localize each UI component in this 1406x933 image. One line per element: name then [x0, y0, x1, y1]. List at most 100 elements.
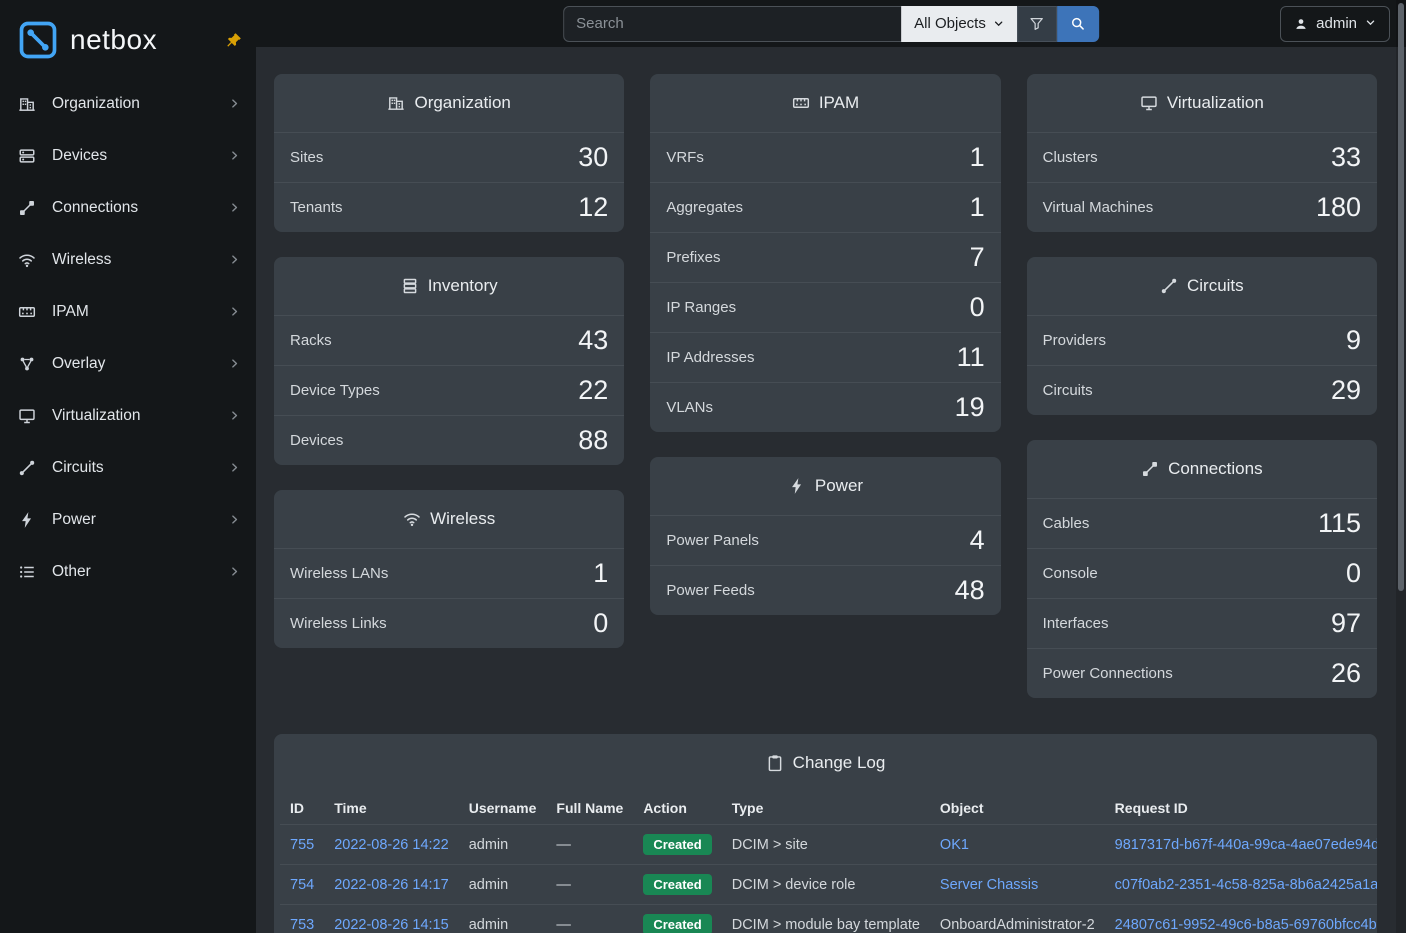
- changelog-time-link[interactable]: 2022-08-26 14:17: [334, 877, 449, 893]
- stat-value[interactable]: 88: [578, 427, 608, 454]
- changelog-id-link[interactable]: 754: [290, 877, 314, 893]
- stat-label: Wireless Links: [290, 615, 387, 632]
- changelog-object: OnboardAdministrator-2: [940, 917, 1095, 933]
- stat-row: VLANs 19: [650, 382, 1000, 432]
- stat-value[interactable]: 19: [955, 394, 985, 421]
- server-icon: [18, 146, 38, 166]
- chevron-right-icon: [228, 565, 242, 579]
- search-submit-button[interactable]: [1057, 6, 1099, 42]
- user-name: admin: [1316, 15, 1357, 32]
- netbox-logo-icon[interactable]: [16, 18, 60, 62]
- changelog-full-name: —: [556, 837, 571, 853]
- stat-row: IP Ranges 0: [650, 282, 1000, 332]
- clipboard-icon: [766, 754, 784, 772]
- search-icon: [1070, 16, 1085, 31]
- stat-value[interactable]: 0: [1346, 560, 1361, 587]
- changelog-id-link[interactable]: 755: [290, 837, 314, 853]
- stat-value[interactable]: 29: [1331, 377, 1361, 404]
- stat-value[interactable]: 0: [593, 610, 608, 637]
- changelog-id-link[interactable]: 753: [290, 917, 314, 933]
- scrollbar[interactable]: [1396, 0, 1406, 933]
- changelog-request-link[interactable]: 24807c61-9952-49c6-b8a5-69760bfcc4b3: [1115, 917, 1377, 933]
- virtualization-card: Virtualization Clusters 33 Virtual Machi…: [1027, 74, 1377, 232]
- stat-label: Power Panels: [666, 532, 759, 549]
- stat-label: Tenants: [290, 199, 343, 216]
- stat-row: Circuits 29: [1027, 365, 1377, 415]
- scrollbar-thumb[interactable]: [1398, 3, 1404, 591]
- stat-row: VRFs 1: [650, 132, 1000, 182]
- stat-value[interactable]: 9: [1346, 327, 1361, 354]
- stat-value[interactable]: 33: [1331, 144, 1361, 171]
- sidebar-item-label: Organization: [52, 95, 140, 113]
- stat-value[interactable]: 1: [970, 144, 985, 171]
- stat-value[interactable]: 180: [1316, 194, 1361, 221]
- col-username: Username: [459, 792, 547, 825]
- sidebar-item-ipam[interactable]: IPAM: [0, 286, 256, 338]
- stat-value[interactable]: 22: [578, 377, 608, 404]
- stat-value[interactable]: 0: [970, 294, 985, 321]
- stat-value[interactable]: 7: [970, 244, 985, 271]
- changelog-object-link[interactable]: OK1: [940, 837, 969, 853]
- filter-button[interactable]: [1017, 6, 1057, 42]
- stat-row: Sites 30: [274, 132, 624, 182]
- stat-value[interactable]: 4: [970, 527, 985, 554]
- sidebar-item-organization[interactable]: Organization: [0, 78, 256, 130]
- building-icon: [387, 94, 405, 112]
- card-title: Change Log: [274, 734, 1377, 792]
- chevron-right-icon: [228, 461, 242, 475]
- stat-value[interactable]: 97: [1331, 610, 1361, 637]
- stat-value[interactable]: 26: [1331, 660, 1361, 687]
- changelog-request-link[interactable]: 9817317d-b67f-440a-99ca-4ae07ede94df: [1115, 837, 1377, 853]
- stat-label: IP Addresses: [666, 349, 754, 366]
- changelog-request-link[interactable]: c07f0ab2-2351-4c58-825a-8b6a2425a1ab: [1115, 877, 1377, 893]
- graph-icon: [18, 354, 38, 374]
- sidebar-item-wireless[interactable]: Wireless: [0, 234, 256, 286]
- user-menu-button[interactable]: admin: [1280, 6, 1390, 42]
- list-icon: [18, 562, 38, 582]
- stat-value[interactable]: 30: [578, 144, 608, 171]
- flash-icon: [788, 477, 806, 495]
- brand-name[interactable]: netbox: [70, 24, 157, 56]
- transit-icon: [18, 458, 38, 478]
- stat-value[interactable]: 48: [955, 577, 985, 604]
- sidebar-item-overlay[interactable]: Overlay: [0, 338, 256, 390]
- sidebar-item-other[interactable]: Other: [0, 546, 256, 598]
- stat-value[interactable]: 115: [1318, 510, 1361, 537]
- table-row: 754 2022-08-26 14:17 admin — Created DCI…: [280, 865, 1377, 905]
- table-header-row: ID Time Username Full Name Action Type O…: [280, 792, 1377, 825]
- stat-row: Tenants 12: [274, 182, 624, 232]
- stat-value[interactable]: 43: [578, 327, 608, 354]
- chevron-right-icon: [228, 253, 242, 267]
- organization-card: Organization Sites 30 Tenants 12: [274, 74, 624, 232]
- caret-down-icon: [1365, 15, 1376, 32]
- stat-value[interactable]: 1: [593, 560, 608, 587]
- object-scope-button[interactable]: All Objects: [901, 6, 1017, 42]
- chevron-right-icon: [228, 305, 242, 319]
- stat-row: Prefixes 7: [650, 232, 1000, 282]
- sidebar-item-label: Circuits: [52, 459, 104, 477]
- sidebar-item-power[interactable]: Power: [0, 494, 256, 546]
- stat-label: Device Types: [290, 382, 380, 399]
- stat-value[interactable]: 11: [957, 344, 985, 371]
- stat-label: Circuits: [1043, 382, 1093, 399]
- stat-row: Interfaces 97: [1027, 598, 1377, 648]
- sidebar-item-virtualization[interactable]: Virtualization: [0, 390, 256, 442]
- sidebar-item-devices[interactable]: Devices: [0, 130, 256, 182]
- sidebar-item-connections[interactable]: Connections: [0, 182, 256, 234]
- stat-label: VLANs: [666, 399, 713, 416]
- card-title: Circuits: [1027, 257, 1377, 315]
- ipam-card: IPAM VRFs 1 Aggregates 1 Prefixes 7: [650, 74, 1000, 432]
- stat-value[interactable]: 1: [970, 194, 985, 221]
- table-row: 753 2022-08-26 14:15 admin — Created DCI…: [280, 905, 1377, 933]
- global-search: All Objects: [563, 6, 1099, 42]
- changelog-object-link[interactable]: Server Chassis: [940, 877, 1038, 893]
- sidebar-item-label: Connections: [52, 199, 138, 217]
- action-badge: Created: [643, 874, 711, 895]
- changelog-time-link[interactable]: 2022-08-26 14:15: [334, 917, 449, 933]
- search-input[interactable]: [563, 6, 901, 42]
- pin-icon[interactable]: [226, 32, 242, 48]
- sidebar-item-circuits[interactable]: Circuits: [0, 442, 256, 494]
- changelog-time-link[interactable]: 2022-08-26 14:22: [334, 837, 449, 853]
- stat-value[interactable]: 12: [578, 194, 608, 221]
- stat-label: Wireless LANs: [290, 565, 388, 582]
